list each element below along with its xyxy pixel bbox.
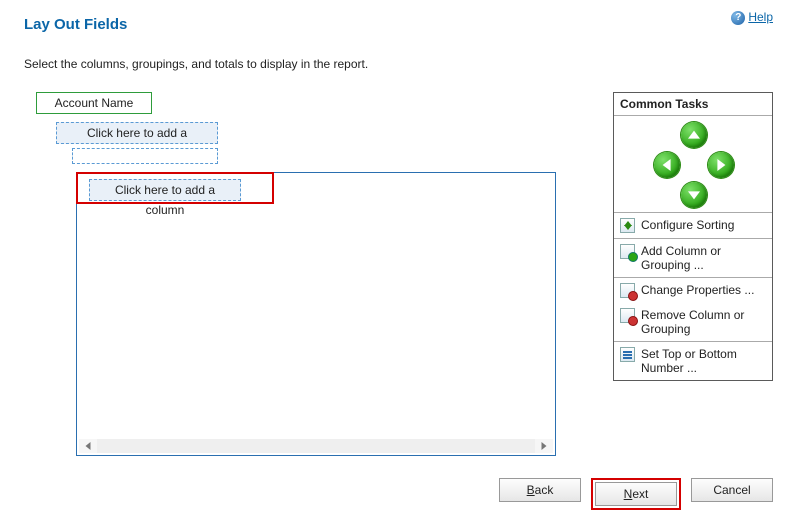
task-remove-column-or-grouping[interactable]: Remove Column or Grouping <box>614 303 772 341</box>
instructions-text: Select the columns, groupings, and total… <box>24 57 773 71</box>
task-change-properties[interactable]: Change Properties ... <box>614 278 772 303</box>
annotation-highlight-column <box>76 172 274 204</box>
help-label: Help <box>748 10 773 24</box>
page-title: Lay Out Fields <box>24 12 773 33</box>
task-label: Configure Sorting <box>641 218 734 232</box>
wizard-footer: Back Next Cancel <box>499 478 773 510</box>
top-n-icon <box>620 347 635 362</box>
properties-icon <box>620 283 635 298</box>
next-button[interactable]: Next <box>595 482 677 506</box>
move-right-button[interactable] <box>708 152 734 178</box>
wizard-page: Lay Out Fields ?Help Select the columns,… <box>0 0 793 520</box>
add-icon <box>620 244 635 259</box>
move-left-button[interactable] <box>654 152 680 178</box>
task-label: Change Properties ... <box>641 283 754 297</box>
horizontal-scrollbar[interactable] <box>79 439 553 453</box>
task-label: Set Top or Bottom Number ... <box>641 347 766 375</box>
scroll-right-button[interactable] <box>535 439 553 453</box>
annotation-highlight-next: Next <box>591 478 681 510</box>
cancel-button[interactable]: Cancel <box>691 478 773 502</box>
grouping-spacer <box>72 148 218 164</box>
back-rest: ack <box>535 483 554 497</box>
help-icon: ? <box>731 11 745 25</box>
scroll-left-button[interactable] <box>79 439 97 453</box>
task-label: Remove Column or Grouping <box>641 308 766 336</box>
arrow-pad <box>614 116 772 212</box>
sort-icon <box>620 218 635 233</box>
move-down-button[interactable] <box>681 182 707 208</box>
add-grouping-placeholder[interactable]: Click here to add a grouping <box>56 122 218 144</box>
remove-icon <box>620 308 635 323</box>
help-link[interactable]: ?Help <box>731 10 773 25</box>
back-button[interactable]: Back <box>499 478 581 502</box>
common-tasks-title: Common Tasks <box>614 93 772 116</box>
task-add-column-or-grouping[interactable]: Add Column or Grouping ... <box>614 239 772 277</box>
task-label: Add Column or Grouping ... <box>641 244 766 272</box>
task-set-top-bottom-number[interactable]: Set Top or Bottom Number ... <box>614 342 772 380</box>
common-tasks-panel: Common Tasks Configure Sorting Add Colum… <box>613 92 773 381</box>
task-configure-sorting[interactable]: Configure Sorting <box>614 213 772 238</box>
move-up-button[interactable] <box>681 122 707 148</box>
columns-canvas[interactable]: Click here to add a column <box>76 172 556 456</box>
grouping-chip-account-name[interactable]: Account Name <box>36 92 152 114</box>
